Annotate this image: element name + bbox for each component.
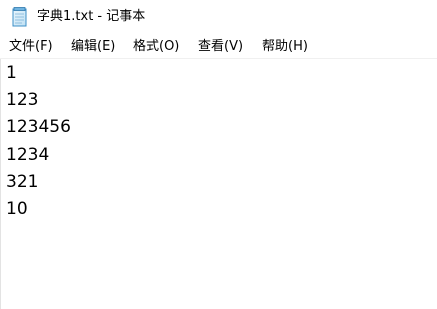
menu-file[interactable]: 文件(F) <box>8 39 54 55</box>
window-title: 字典1.txt - 记事本 <box>37 9 146 24</box>
menu-edit[interactable]: 编辑(E) <box>70 39 116 55</box>
text-line: 123 <box>6 90 39 110</box>
menu-format[interactable]: 格式(O) <box>132 39 180 55</box>
menu-view[interactable]: 查看(V) <box>197 39 244 55</box>
text-editor-area[interactable]: 1 123 123456 1234 321 10 <box>0 59 437 309</box>
title-bar[interactable]: 字典1.txt - 记事本 <box>0 0 437 34</box>
text-line: 10 <box>6 199 28 219</box>
text-line: 1 <box>6 63 17 83</box>
text-line: 321 <box>6 172 39 192</box>
text-line: 1234 <box>6 145 50 165</box>
text-line: 123456 <box>6 117 71 137</box>
notepad-icon <box>12 7 27 27</box>
menu-help[interactable]: 帮助(H) <box>261 39 309 55</box>
menu-bar: 文件(F) 编辑(E) 格式(O) 查看(V) 帮助(H) <box>0 36 437 59</box>
notepad-window: 字典1.txt - 记事本 文件(F) 编辑(E) 格式(O) 查看(V) 帮助… <box>0 0 437 309</box>
